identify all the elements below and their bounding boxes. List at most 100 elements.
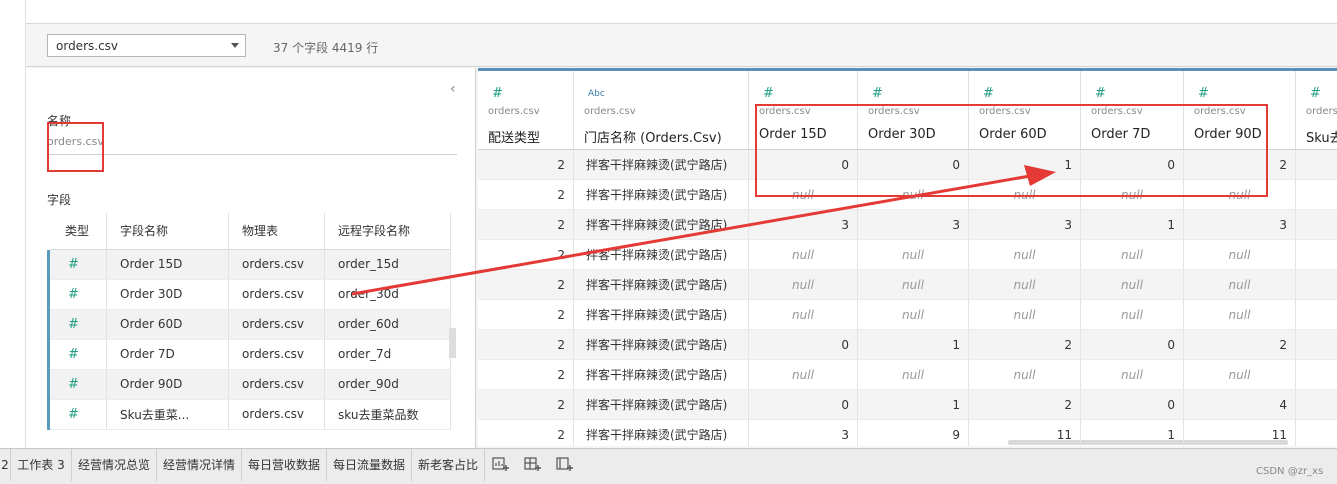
column-header[interactable]: # orders.csv Sku去: [1296, 71, 1337, 149]
table-cell: 2: [969, 390, 1081, 420]
column-header[interactable]: # orders.csv Order 60D: [969, 71, 1081, 149]
number-type-icon[interactable]: #: [492, 86, 503, 101]
physical-table-cell: orders.csv: [228, 309, 325, 340]
table-cell: 2: [478, 300, 574, 330]
column-header[interactable]: # orders.csv Order 30D: [858, 71, 969, 149]
col-remote-field[interactable]: 远程字段名称: [324, 213, 451, 250]
table-cell: null: [1184, 180, 1296, 210]
chevron-down-icon: [231, 43, 239, 48]
table-cell: 2: [478, 360, 574, 390]
table-cell: 2: [478, 420, 574, 446]
field-row[interactable]: # Order 7D orders.csv order_7d: [47, 339, 451, 370]
field-name-cell[interactable]: Order 60D: [106, 309, 229, 340]
number-type-icon[interactable]: #: [1310, 86, 1321, 101]
table-cell-empty: [1296, 240, 1337, 270]
table-cell: 11: [969, 420, 1081, 446]
field-row[interactable]: # Order 90D orders.csv order_90d: [47, 369, 451, 400]
column-name: Order 7D: [1091, 127, 1151, 142]
column-source: orders.csv: [584, 106, 636, 117]
source-select[interactable]: orders.csv: [47, 34, 246, 57]
table-cell: null: [969, 300, 1081, 330]
field-name-cell[interactable]: Order 30D: [106, 279, 229, 310]
column-header[interactable]: Abc orders.csv 门店名称 (Orders.Csv): [574, 71, 749, 149]
table-row: 2 拌客干拌麻辣烫(武宁路店) 0 1 2 0 2: [478, 330, 1337, 360]
sheet-tab[interactable]: 每日流量数据: [327, 449, 412, 481]
table-cell: 3: [969, 210, 1081, 240]
table-row: 2 拌客干拌麻辣烫(武宁路店) 3 3 3 1 3: [478, 210, 1337, 240]
table-cell: null: [858, 270, 969, 300]
remote-field-cell: sku去重菜品数: [324, 399, 451, 430]
sheet-tab[interactable]: 2: [0, 449, 11, 481]
scrollbar[interactable]: [449, 328, 456, 358]
name-field[interactable]: orders.csv: [47, 135, 457, 155]
number-type-icon[interactable]: #: [47, 309, 107, 340]
string-type-icon[interactable]: Abc: [588, 89, 605, 99]
number-type-icon[interactable]: #: [47, 369, 107, 400]
sheet-tab[interactable]: 每日营收数据: [242, 449, 327, 481]
table-cell: 0: [1081, 390, 1184, 420]
column-header[interactable]: # orders.csv Order 7D: [1081, 71, 1184, 149]
field-name-cell[interactable]: Order 15D: [106, 249, 229, 280]
table-row: 2 拌客干拌麻辣烫(武宁路店) null null null null null: [478, 270, 1337, 300]
table-cell: 11: [1184, 420, 1296, 446]
number-type-icon[interactable]: #: [47, 339, 107, 370]
table-cell-empty: [1296, 330, 1337, 360]
sheet-tab[interactable]: 新老客占比: [412, 449, 485, 481]
table-cell: 2: [478, 390, 574, 420]
table-cell: 拌客干拌麻辣烫(武宁路店): [574, 240, 749, 270]
table-cell: null: [749, 300, 858, 330]
field-row[interactable]: # Order 60D orders.csv order_60d: [47, 309, 451, 340]
name-label: 名称: [47, 114, 72, 128]
data-source-page: orders.csv 37 个字段 4419 行 ‹ 名称 orders.csv…: [0, 0, 1337, 484]
table-cell: 9: [858, 420, 969, 446]
table-cell: null: [969, 180, 1081, 210]
column-name: Order 15D: [759, 127, 827, 142]
table-cell: 拌客干拌麻辣烫(武宁路店): [574, 390, 749, 420]
table-cell: 2: [1184, 330, 1296, 360]
sheet-tab[interactable]: 经营情况总览: [72, 449, 157, 481]
field-row[interactable]: # Order 30D orders.csv order_30d: [47, 279, 451, 310]
column-name: Order 60D: [979, 127, 1047, 142]
field-name-cell[interactable]: Sku去重菜...: [106, 399, 229, 430]
new-worksheet-icon[interactable]: [492, 456, 510, 472]
number-type-icon[interactable]: #: [47, 399, 107, 430]
table-cell-empty: [1296, 420, 1337, 446]
table-cell: null: [1081, 270, 1184, 300]
table-cell: 拌客干拌麻辣烫(武宁路店): [574, 210, 749, 240]
chevron-left-icon[interactable]: ‹: [450, 81, 456, 97]
table-cell-empty: [1296, 180, 1337, 210]
table-cell: null: [749, 240, 858, 270]
new-dashboard-icon[interactable]: [524, 456, 542, 472]
col-type[interactable]: 类型: [47, 213, 107, 250]
column-header[interactable]: # orders.csv Order 90D: [1184, 71, 1296, 149]
field-row[interactable]: # Sku去重菜... orders.csv sku去重菜品数: [47, 399, 451, 430]
number-type-icon[interactable]: #: [763, 86, 774, 101]
table-row: 2 拌客干拌麻辣烫(武宁路店) 0 1 2 0 4: [478, 390, 1337, 420]
table-cell: 拌客干拌麻辣烫(武宁路店): [574, 360, 749, 390]
column-header[interactable]: # orders.csv Order 15D: [749, 71, 858, 149]
new-story-icon[interactable]: [556, 456, 574, 472]
number-type-icon[interactable]: #: [872, 86, 883, 101]
table-cell: 2: [969, 330, 1081, 360]
sheet-tab[interactable]: 经营情况详情: [157, 449, 242, 481]
field-row[interactable]: # Order 15D orders.csv order_15d: [47, 249, 451, 280]
sheet-tab[interactable]: 工作表 3: [11, 449, 72, 481]
number-type-icon[interactable]: #: [1198, 86, 1209, 101]
table-cell: 3: [749, 210, 858, 240]
table-cell: null: [749, 360, 858, 390]
table-cell: 2: [478, 150, 574, 180]
table-cell: null: [1184, 360, 1296, 390]
field-name-cell[interactable]: Order 90D: [106, 369, 229, 400]
table-row: 2 拌客干拌麻辣烫(武宁路店) null null null null null: [478, 180, 1337, 210]
table-cell: 拌客干拌麻辣烫(武宁路店): [574, 300, 749, 330]
number-type-icon[interactable]: #: [1095, 86, 1106, 101]
field-name-cell[interactable]: Order 7D: [106, 339, 229, 370]
number-type-icon[interactable]: #: [47, 249, 107, 280]
fields-label: 字段: [47, 193, 72, 207]
column-header[interactable]: # orders.csv 配送类型: [478, 71, 574, 149]
col-physical-table[interactable]: 物理表: [228, 213, 325, 250]
col-field-name[interactable]: 字段名称: [106, 213, 229, 250]
number-type-icon[interactable]: #: [47, 279, 107, 310]
table-row: 2 拌客干拌麻辣烫(武宁路店) null null null null null: [478, 300, 1337, 330]
number-type-icon[interactable]: #: [983, 86, 994, 101]
